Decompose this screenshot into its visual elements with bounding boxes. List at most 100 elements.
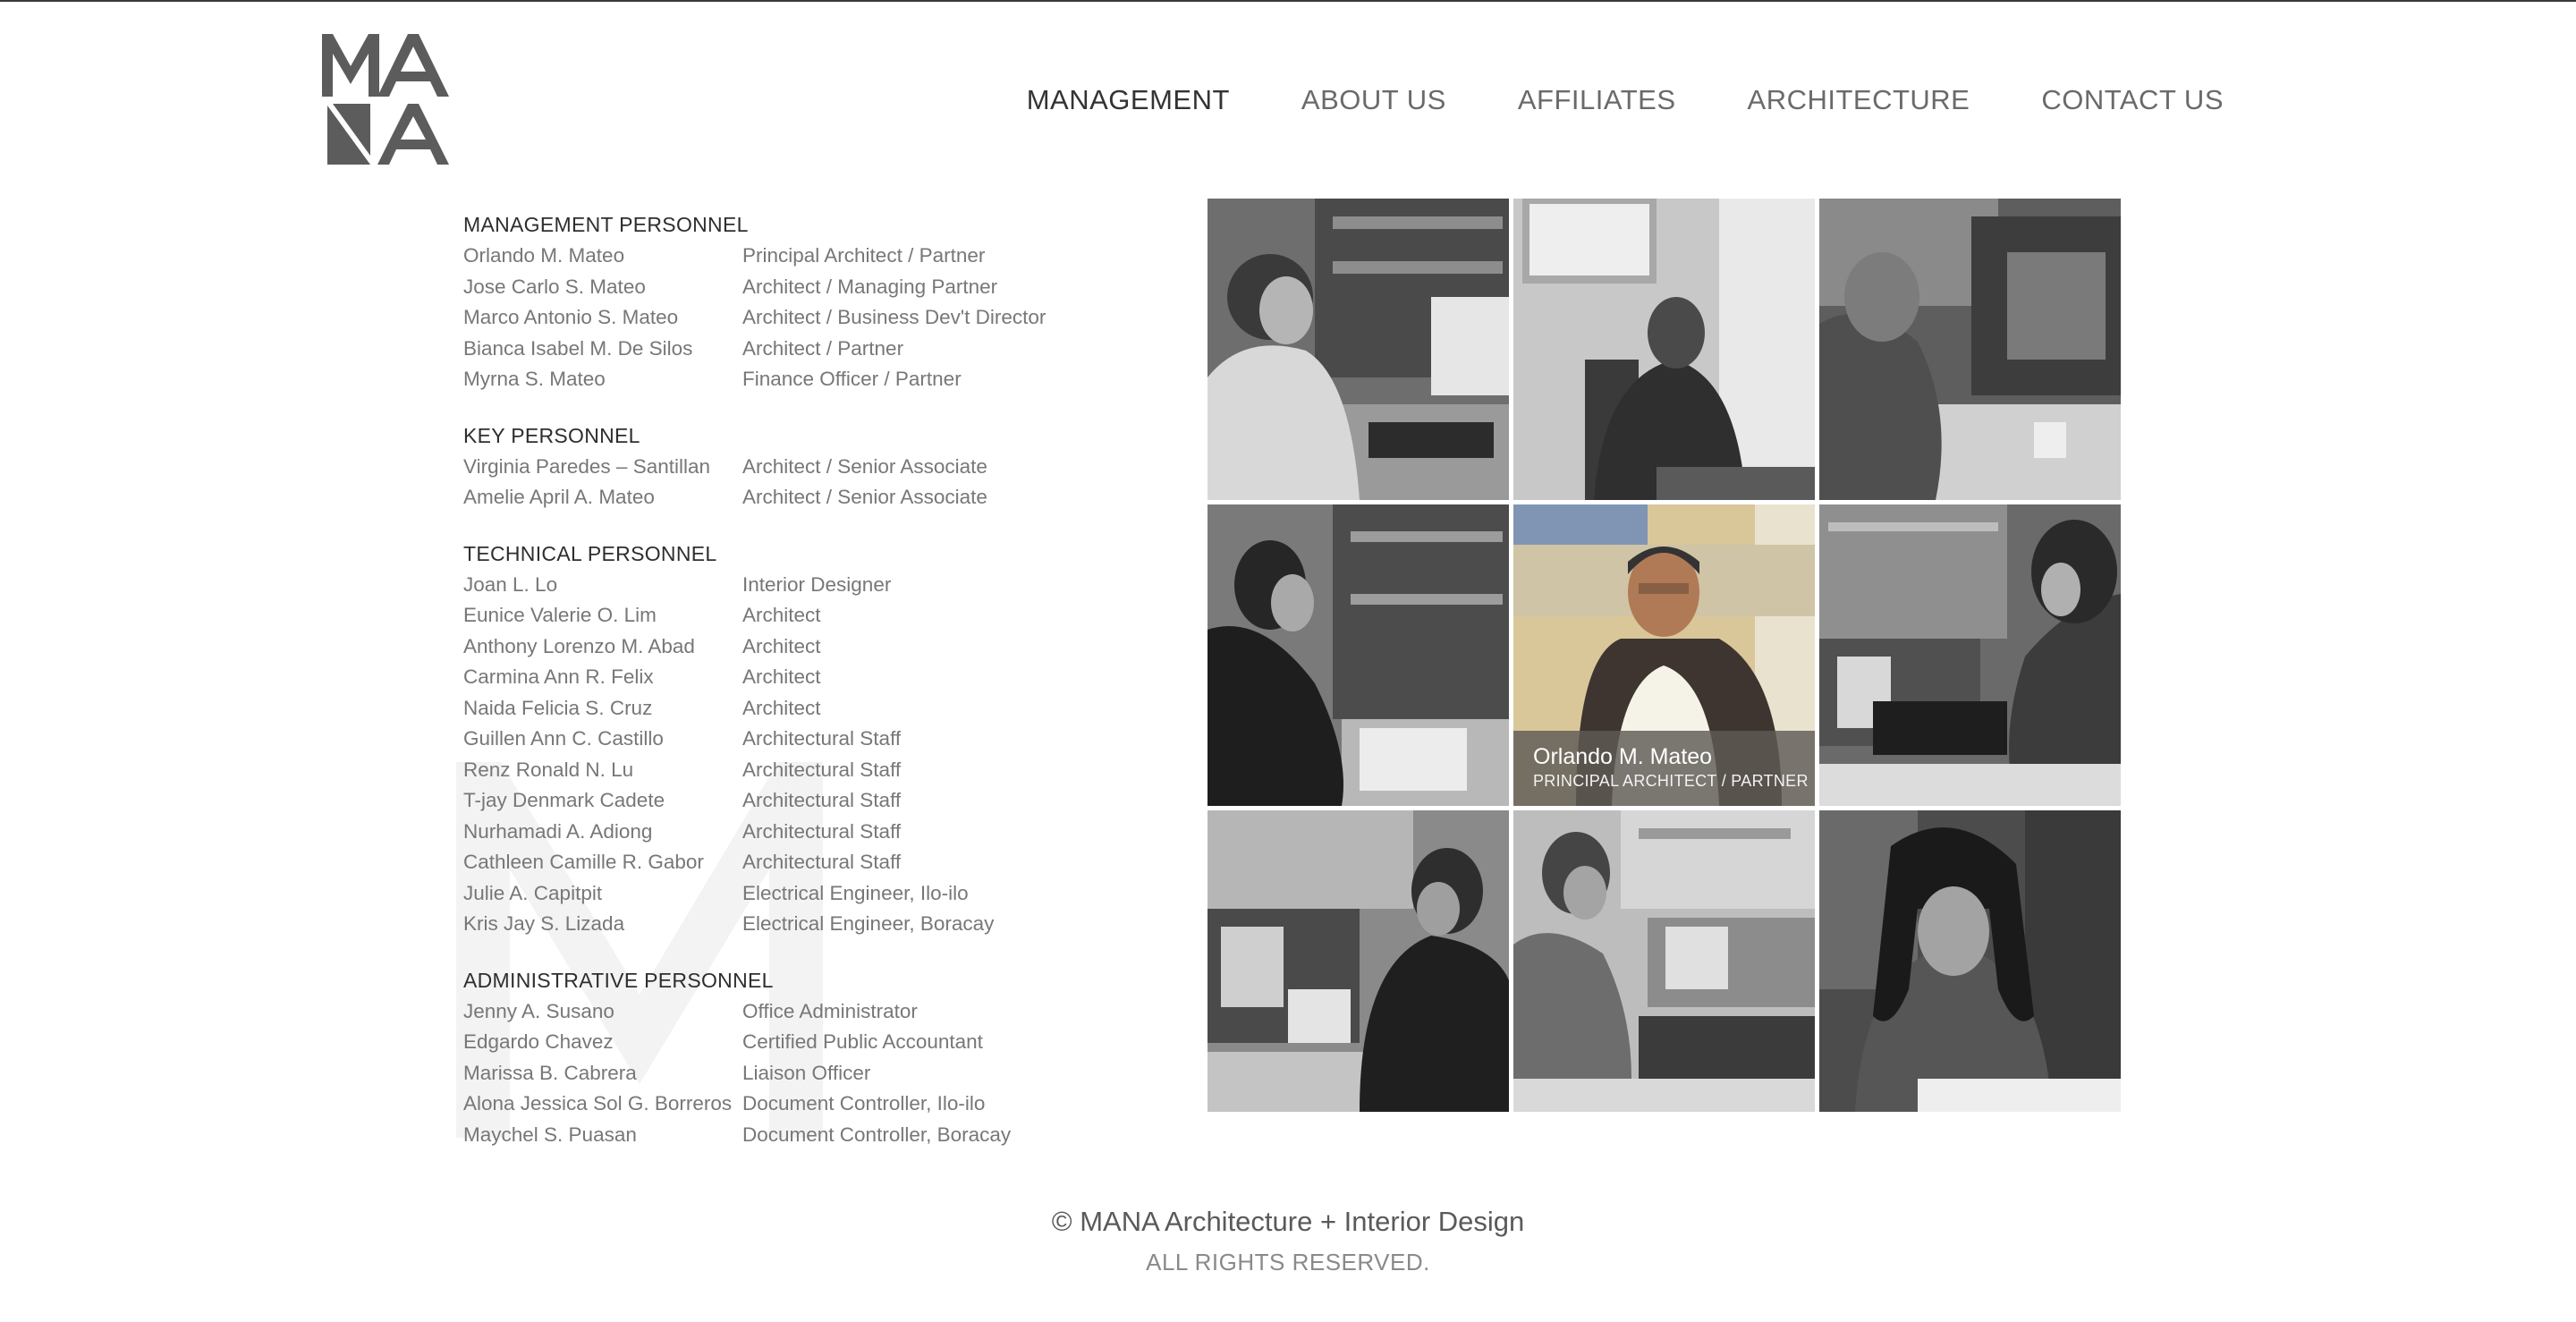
person-role: Architectural Staff: [742, 819, 902, 843]
list-item: Alona Jessica Sol G. Borreros Document Co…: [463, 1089, 1107, 1120]
person-name: Amelie April A. Mateo: [463, 486, 655, 508]
person-name: Jose Carlo S. Mateo: [463, 275, 646, 298]
person-role: Architectural Staff: [742, 851, 902, 873]
person-role: Architectural Staff: [742, 758, 902, 781]
section-title: MANAGEMENT PERSONNEL: [463, 213, 749, 236]
person-name: Renz Ronald N. Lu: [463, 758, 634, 781]
list-item: Carmina Ann R. Felix Architect: [463, 662, 1107, 693]
person-name: Anthony Lorenzo M. Abad: [463, 634, 695, 657]
staff-photo[interactable]: [1513, 810, 1815, 1112]
staff-photo[interactable]: [1208, 810, 1509, 1112]
person-role: Interior Designer: [742, 572, 892, 596]
list-item: Bianca Isabel M. De Silos Architect / Par…: [463, 334, 1107, 365]
list-item: Jose Carlo S. Mateo Architect / Managing …: [463, 272, 1107, 303]
person-name: Cathleen Camille R. Gabor: [463, 851, 704, 873]
list-item: Marissa B. Cabrera Liaison Officer: [463, 1058, 1107, 1089]
person-name: Orlando M. Mateo: [463, 244, 625, 267]
person-name: Virginia Paredes – Santillan: [463, 454, 711, 478]
staff-photo[interactable]: [1208, 504, 1509, 806]
person-role: Architect / Business Dev't Director: [742, 306, 1046, 328]
list-item: Myrna S. Mateo Finance Officer / Partner: [463, 364, 1107, 395]
person-role: Document Controller, Ilo-ilo: [742, 1092, 986, 1114]
staff-photo[interactable]: [1819, 504, 2121, 806]
staff-photo[interactable]: [1819, 199, 2121, 500]
list-item: Eunice Valerie O. Lim Architect: [463, 600, 1107, 631]
person-role: Certified Public Accountant: [742, 1030, 983, 1053]
list-item: Nurhamadi A. Adiong Architectural Staff: [463, 817, 1107, 848]
list-item: T-jay Denmark Cadete Architectural Staff: [463, 785, 1107, 817]
section-technical: TECHNICAL PERSONNEL Joan L. Lo Interior D…: [463, 538, 1107, 940]
list-item: Jenny A. Susano Office Administrator: [463, 996, 1107, 1028]
person-role: Architect / Partner: [742, 336, 904, 360]
person-role: Architect / Senior Associate: [742, 454, 987, 478]
person-name: Jenny A. Susano: [463, 999, 614, 1022]
person-name: Joan L. Lo: [463, 572, 558, 596]
caption-role: PRINCIPAL ARCHITECT / PARTNER: [1533, 772, 1809, 790]
mana-logo[interactable]: [318, 32, 453, 166]
person-role: Architectural Staff: [742, 789, 902, 811]
staff-photo[interactable]: [1513, 199, 1815, 500]
featured-staff-photo[interactable]: Orlando M. Mateo PRINCIPAL ARCHITECT / P…: [1513, 504, 1815, 806]
person-name: Eunice Valerie O. Lim: [463, 604, 657, 626]
list-item: Anthony Lorenzo M. Abad Architect: [463, 631, 1107, 663]
nav-about-us[interactable]: ABOUT US: [1301, 84, 1446, 116]
list-item: Renz Ronald N. Lu Architectural Staff: [463, 755, 1107, 786]
person-role: Principal Architect / Partner: [742, 244, 986, 267]
list-item: Edgardo Chavez Certified Public Accountan…: [463, 1027, 1107, 1058]
person-name: Marco Antonio S. Mateo: [463, 306, 679, 328]
person-name: Alona Jessica Sol G. Borreros: [463, 1092, 733, 1114]
person-role: Architect: [742, 634, 821, 657]
person-name: Naida Felicia S. Cruz: [463, 696, 653, 719]
list-item: Orlando M. Mateo Principal Architect / Pa…: [463, 241, 1107, 272]
list-item: Maychel S. Puasan Document Controller, Bo…: [463, 1120, 1107, 1151]
footer-rights: ALL RIGHTS RESERVED.: [1146, 1249, 1430, 1275]
nav-architecture[interactable]: ARCHITECTURE: [1748, 84, 1970, 116]
nav-management[interactable]: MANAGEMENT: [1027, 84, 1230, 116]
caption-name: Orlando M. Mateo: [1533, 744, 1713, 769]
person-name: Kris Jay S. Lizada: [463, 912, 625, 935]
person-name: Bianca Isabel M. De Silos: [463, 336, 693, 360]
person-role: Liaison Officer: [742, 1061, 871, 1084]
person-role: Office Administrator: [742, 999, 918, 1022]
footer-copyright: © MANA Architecture + Interior Design: [1051, 1206, 1525, 1237]
person-role: Electrical Engineer, Ilo-ilo: [742, 881, 969, 904]
person-name: Carmina Ann R. Felix: [463, 665, 654, 688]
section-title: ADMINISTRATIVE PERSONNEL: [463, 968, 774, 992]
person-role: Architect: [742, 665, 821, 688]
list-item: Naida Felicia S. Cruz Architect: [463, 693, 1107, 725]
list-item: Guillen Ann C. Castillo Architectural Sta…: [463, 724, 1107, 755]
person-name: Marissa B. Cabrera: [463, 1061, 637, 1084]
person-name: T-jay Denmark Cadete: [463, 789, 665, 811]
section-administrative: ADMINISTRATIVE PERSONNEL Jenny A. Susano…: [463, 965, 1107, 1151]
list-item: Joan L. Lo Interior Designer: [463, 570, 1107, 601]
list-item: Kris Jay S. Lizada Electrical Engineer, B…: [463, 909, 1107, 940]
photo-caption: Orlando M. Mateo PRINCIPAL ARCHITECT / P…: [1513, 731, 1815, 806]
list-item: Marco Antonio S. Mateo Architect / Busine…: [463, 302, 1107, 334]
footer: © MANA Architecture + Interior Design AL…: [0, 1206, 2576, 1276]
staff-photo-grid: Orlando M. Mateo PRINCIPAL ARCHITECT / P…: [1208, 199, 2121, 1112]
staff-photo[interactable]: [1208, 199, 1509, 500]
person-name: Myrna S. Mateo: [463, 368, 606, 390]
personnel-list: MANAGEMENT PERSONNEL Orlando M. Mateo Pri…: [463, 209, 1107, 1175]
person-role: Architect: [742, 696, 821, 719]
person-role: Architect / Managing Partner: [742, 275, 998, 298]
person-role: Architectural Staff: [742, 727, 902, 750]
person-role: Architect / Senior Associate: [742, 486, 987, 508]
person-role: Electrical Engineer, Boracay: [742, 912, 995, 935]
person-role: Architect: [742, 604, 821, 626]
person-name: Guillen Ann C. Castillo: [463, 727, 664, 750]
nav-contact-us[interactable]: CONTACT US: [2041, 84, 2224, 116]
person-role: Document Controller, Boracay: [742, 1123, 1012, 1146]
list-item: Virginia Paredes – Santillan Architect / …: [463, 452, 1107, 483]
staff-photo[interactable]: [1819, 810, 2121, 1112]
section-title: TECHNICAL PERSONNEL: [463, 541, 717, 565]
section-management: MANAGEMENT PERSONNEL Orlando M. Mateo Pri…: [463, 209, 1107, 395]
person-name: Edgardo Chavez: [463, 1030, 614, 1053]
person-role: Finance Officer / Partner: [742, 368, 962, 390]
section-key: KEY PERSONNEL Virginia Paredes – Santill…: [463, 420, 1107, 513]
main-nav: MANAGEMENT ABOUT US AFFILIATES ARCHITECT…: [1027, 84, 2224, 116]
person-name: Julie A. Capitpit: [463, 881, 603, 904]
nav-affiliates[interactable]: AFFILIATES: [1518, 84, 1676, 116]
list-item: Julie A. Capitpit Electrical Engineer, Il…: [463, 878, 1107, 910]
person-name: Maychel S. Puasan: [463, 1123, 637, 1146]
